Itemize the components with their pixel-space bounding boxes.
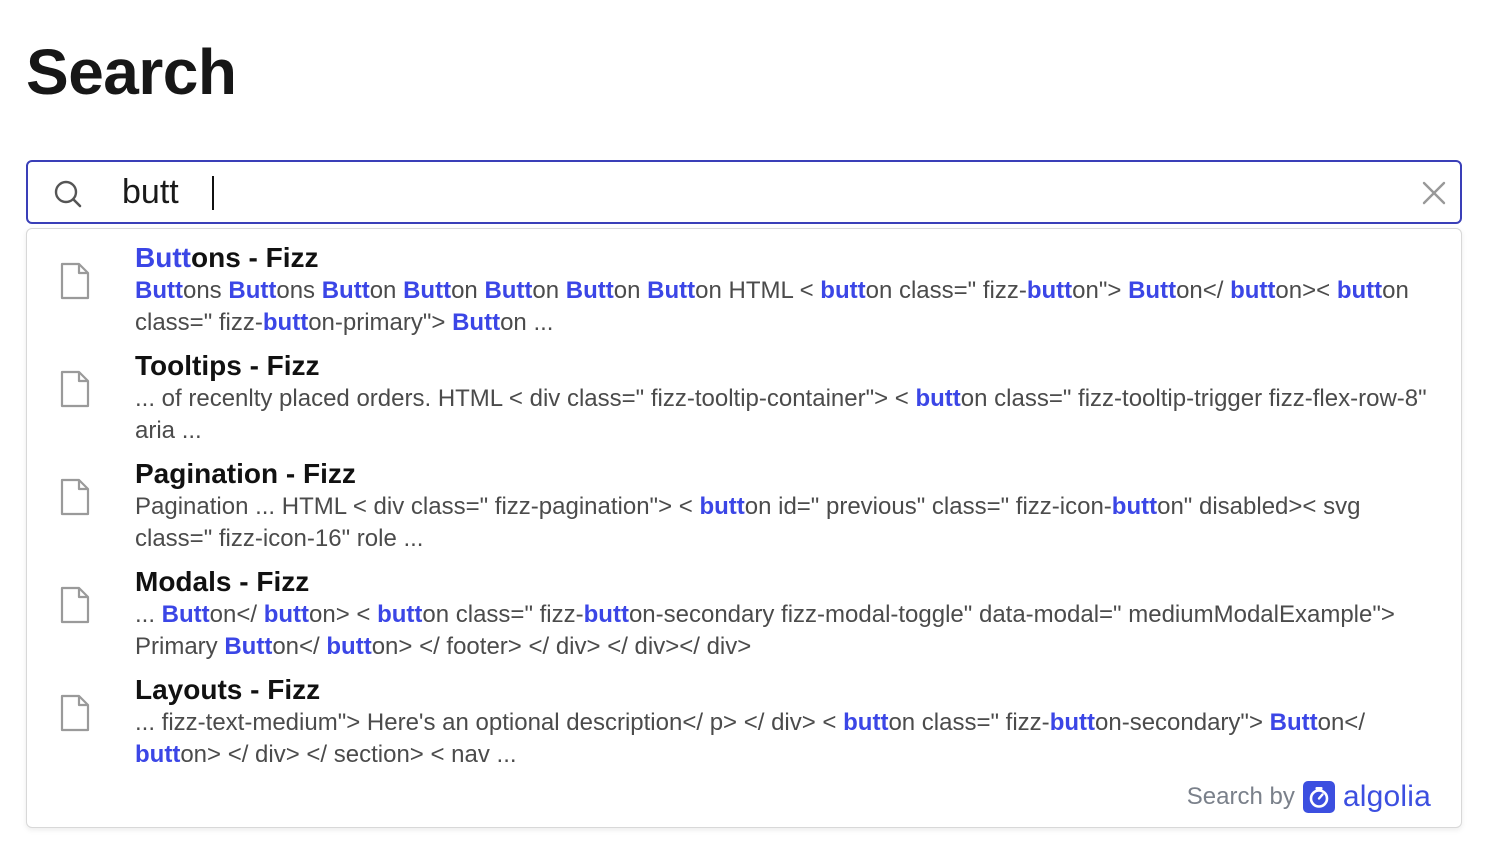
result-snippet: Buttons Buttons Button Button Button But… [135,275,1435,339]
search-box[interactable] [26,160,1462,224]
result-title: Layouts - Fizz [135,673,320,707]
snippet-text: on</ [272,633,327,660]
result-item[interactable]: Modals - Fizz... Button</ button> < butt… [27,559,1461,667]
highlight-match: Butt [135,242,191,273]
snippet-text: on-primary"> [308,309,453,336]
snippet-text: on> < [309,601,378,628]
snippet-text: ... of recenlty placed orders. HTML < di… [135,385,916,412]
highlight-match: Butt [403,277,452,304]
highlight-match: Butt [228,277,277,304]
snippet-text: on</ [209,601,264,628]
highlight-match: butt [326,633,372,660]
snippet-text: on</ [1317,709,1365,736]
search-by-algolia[interactable]: Search by algolia [1187,777,1431,817]
title-text: Pagination - Fizz [135,458,356,489]
snippet-text: on-secondary"> [1095,709,1270,736]
highlight-match: butt [262,309,309,336]
result-title: Pagination - Fizz [135,457,356,491]
highlight-match: butt [1111,493,1158,520]
result-title: Buttons - Fizz [135,241,319,275]
highlight-match: Butt [224,633,273,660]
highlight-match: Butt [1128,277,1177,304]
search-icon [54,180,82,208]
search-page: Search Buttons - FizzButtons Buttons But… [0,0,1486,860]
snippet-text: on id=" previous" class=" fizz-icon- [744,493,1112,520]
highlight-match: Butt [647,277,696,304]
snippet-text: ... [135,601,162,628]
result-title: Tooltips - Fizz [135,349,320,383]
snippet-text: on class=" fizz- [888,709,1050,736]
result-item[interactable]: Pagination - Fizz Pagination ... HTML < d… [27,451,1461,559]
snippet-text: on> </ footer> </ div> </ div></ div> [371,633,752,660]
result-item[interactable]: Layouts - Fizz ... fizz-text-medium"> Her… [27,667,1461,775]
title-text: Tooltips - Fizz [135,350,320,381]
snippet-text: on</ [1176,277,1231,304]
result-snippet: Pagination ... HTML < div class=" fizz-p… [135,491,1435,555]
title-text: Layouts - Fizz [135,674,321,705]
snippet-text: ons [276,277,322,304]
snippet-text: ... fizz-text-medium"> Here's an optiona… [135,709,844,736]
result-title: Modals - Fizz [135,565,309,599]
highlight-match: butt [1336,277,1383,304]
highlight-match: butt [135,741,181,768]
document-icon [60,586,90,624]
result-item[interactable]: Tooltips - Fizz ... of recenlty placed or… [27,343,1461,451]
snippet-text: on class=" fizz- [865,277,1027,304]
document-icon [60,694,90,732]
highlight-match: Butt [135,277,183,304]
highlight-match: butt [263,601,310,628]
powered-by-label: Search by [1186,783,1295,810]
snippet-text: on [369,277,404,304]
close-icon[interactable] [1420,179,1448,207]
snippet-text: on [532,277,566,304]
snippet-text: Pagination ... HTML < div class=" fizz-p… [135,493,700,520]
highlight-match: butt [583,601,629,628]
document-icon [60,478,90,516]
highlight-match: butt [1230,277,1276,304]
highlight-match: butt [377,601,423,628]
highlight-match: butt [820,277,866,304]
result-item[interactable]: Buttons - Fizz Buttons Buttons Button But… [27,235,1461,343]
snippet-text: on [451,277,485,304]
snippet-text: on> </ div> </ section> < nav ... [180,741,517,768]
result-snippet: ... Button</ button> < button class=" fi… [135,599,1435,663]
highlight-match: Butt [1269,709,1318,736]
highlight-match: Butt [484,277,533,304]
snippet-text: on>< [1275,277,1337,304]
snippet-text: on ... [500,309,554,336]
snippet-text: on class=" fizz- [422,601,584,628]
algolia-brand-text: algolia [1342,780,1431,813]
highlight-match: butt [1026,277,1073,304]
highlight-match: Butt [321,277,370,304]
snippet-text: ons [182,277,229,304]
highlight-match: butt [699,493,745,520]
highlight-match: butt [843,709,889,736]
result-snippet: ... of recenlty placed orders. HTML < di… [135,383,1435,447]
title-text: ons - Fizz [190,242,319,273]
document-icon [60,262,90,300]
highlight-match: Butt [565,277,614,304]
snippet-text: on HTML < [695,277,821,304]
highlight-match: butt [1049,709,1095,736]
snippet-text: on [613,277,648,304]
highlight-match: Butt [161,601,210,628]
text-caret [212,176,214,210]
search-results-dropdown: Buttons - Fizz Buttons Buttons Button But… [26,228,1462,828]
page-title: Search [26,36,237,108]
highlight-match: Butt [452,309,501,336]
search-input[interactable] [122,168,1372,216]
title-text: Modals - Fizz [135,566,310,597]
result-snippet: ... fizz-text-medium"> Here's an optiona… [135,707,1435,771]
document-icon [60,370,90,408]
algolia-logo-icon [1302,781,1335,813]
highlight-match: butt [915,385,961,412]
snippet-text: on"> [1072,277,1129,304]
